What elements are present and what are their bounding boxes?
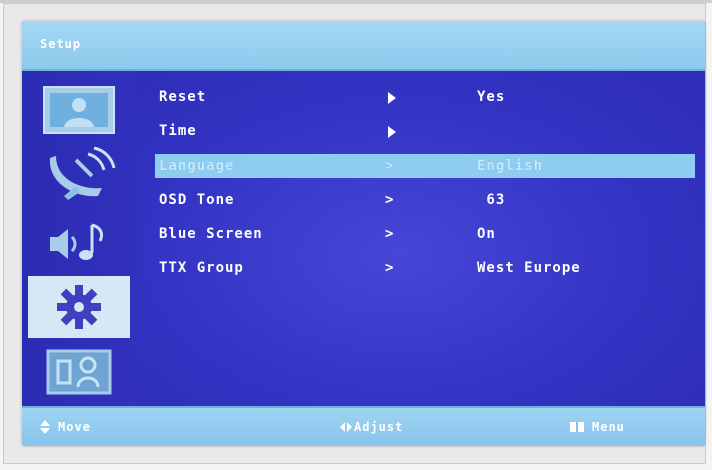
gear-icon [57, 285, 101, 329]
sidebar [22, 71, 136, 405]
monitor-frame: Setup Reset Yes Time Language > English … [3, 3, 706, 464]
osd-screen: Setup Reset Yes Time Language > English … [22, 21, 705, 446]
chevron-right-icon: > [385, 226, 394, 242]
move-label: Move [58, 420, 91, 434]
speaker-note-icon [50, 223, 104, 260]
menu-hint: Menu [570, 420, 625, 434]
chevron-right-icon: > [385, 192, 394, 208]
adjust-hint: Adjust [340, 420, 403, 434]
menu-item-value: English [477, 158, 544, 174]
menu-item-reset[interactable]: Reset Yes [155, 85, 695, 109]
adjust-label: Adjust [354, 420, 404, 434]
menu-item-label: Language [159, 158, 235, 174]
menu-item-label: Reset [159, 89, 207, 105]
menu-item-ttx-group[interactable]: TTX Group > West Europe [155, 256, 695, 280]
status-bar: Move Adjust Menu [22, 406, 705, 446]
sidebar-item-sound[interactable] [28, 211, 130, 273]
antenna-signal-icon [49, 146, 116, 200]
menu-item-language[interactable]: Language > English [155, 154, 695, 178]
picture-icon [43, 86, 115, 134]
sidebar-item-setup[interactable] [28, 276, 130, 338]
up-down-arrow-icon [40, 420, 50, 434]
sidebar-item-lock[interactable] [28, 341, 130, 403]
menu-item-osd-tone[interactable]: OSD Tone > 63 [155, 188, 695, 212]
menu-item-blue-screen[interactable]: Blue Screen > On [155, 222, 695, 246]
menu-label: Menu [592, 420, 625, 434]
sidebar-item-channel[interactable] [28, 143, 130, 205]
title-bar: Setup [22, 21, 705, 71]
play-arrow-icon [388, 92, 396, 104]
menu-item-value: West Europe [477, 260, 581, 276]
menu-item-value: 63 [477, 192, 506, 208]
menu-item-value: Yes [477, 89, 506, 105]
person-frame-icon [46, 349, 112, 395]
play-arrow-icon [388, 126, 396, 138]
menu-item-label: TTX Group [159, 260, 244, 276]
chevron-right-icon: > [385, 260, 394, 276]
chevron-right-icon: > [385, 158, 394, 174]
page-title: Setup [40, 37, 82, 51]
menu-item-time[interactable]: Time [155, 119, 695, 143]
left-right-arrow-icon [340, 422, 352, 432]
menu-item-label: OSD Tone [159, 192, 235, 208]
menu-icon [570, 422, 584, 432]
menu-item-label: Blue Screen [159, 226, 263, 242]
menu-item-value: On [477, 226, 496, 242]
sidebar-item-picture[interactable] [28, 79, 130, 141]
menu-item-label: Time [159, 123, 197, 139]
move-hint: Move [40, 420, 91, 434]
